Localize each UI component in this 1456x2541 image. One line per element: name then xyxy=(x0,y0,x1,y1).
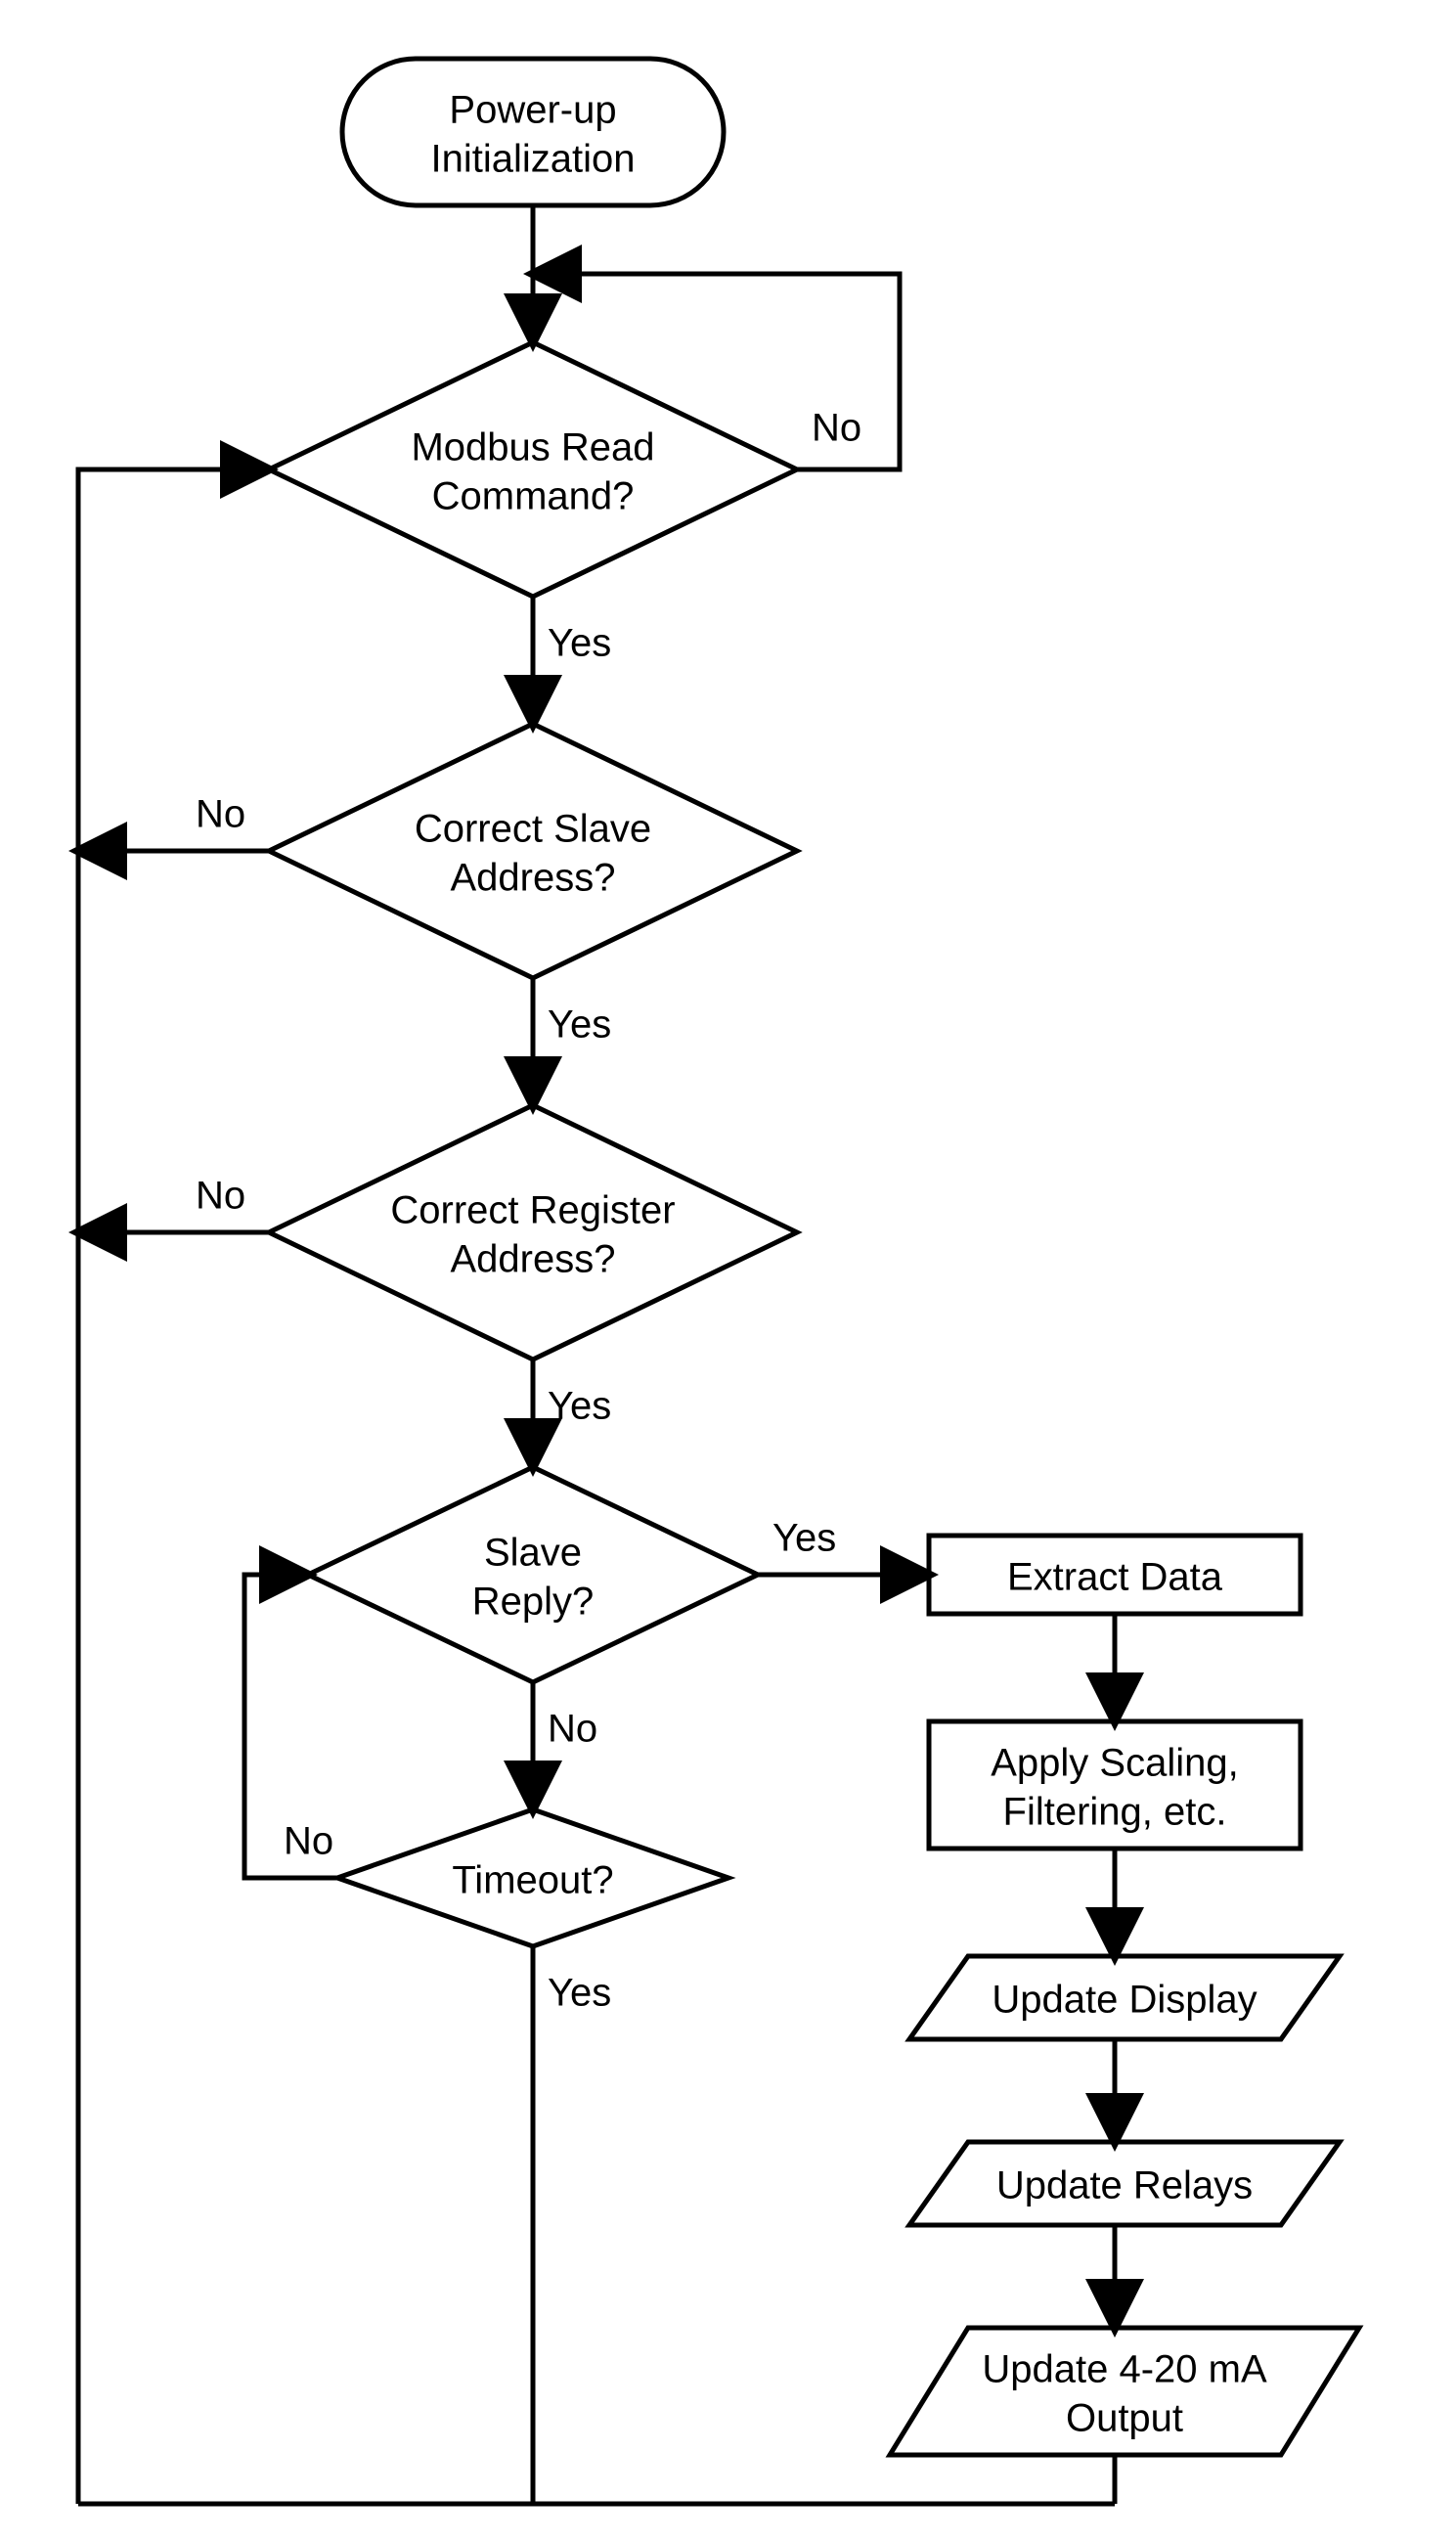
decision-slave-reply xyxy=(308,1467,758,1682)
d3-no-label: No xyxy=(196,1175,245,1218)
d4-no-label: No xyxy=(548,1708,597,1751)
d5-label-1: Timeout? xyxy=(452,1859,613,1902)
p5-label-1: Update 4-20 mA xyxy=(982,2348,1267,2391)
decision-modbus-read xyxy=(269,342,797,597)
start-node xyxy=(342,59,724,205)
p4-label: Update Relays xyxy=(996,2164,1253,2207)
decision-correct-register xyxy=(269,1105,797,1360)
d1-label-1: Modbus Read xyxy=(411,426,654,469)
d5-no-label: No xyxy=(284,1820,333,1863)
d3-yes-label: Yes xyxy=(548,1385,611,1428)
d3-label-1: Correct Register xyxy=(390,1189,675,1232)
flowchart: Power-up Initialization Modbus Read Comm… xyxy=(0,0,1456,2541)
d1-yes-label: Yes xyxy=(548,622,611,665)
p2-label-2: Filtering, etc. xyxy=(1003,1791,1227,1834)
d4-label-2: Reply? xyxy=(472,1581,595,1624)
p2-label-1: Apply Scaling, xyxy=(991,1742,1238,1785)
p1-label: Extract Data xyxy=(1007,1556,1223,1599)
d2-no-label: No xyxy=(196,793,245,836)
d5-yes-label: Yes xyxy=(548,1972,611,2015)
d3-label-2: Address? xyxy=(451,1238,616,1281)
d2-label-2: Address? xyxy=(451,857,616,900)
decision-correct-slave xyxy=(269,724,797,978)
d4-label-1: Slave xyxy=(484,1532,582,1575)
p3-label: Update Display xyxy=(992,1979,1257,2022)
edge-left-rail xyxy=(78,469,269,2504)
d1-no-label: No xyxy=(812,407,861,450)
p5-label-2: Output xyxy=(1066,2397,1183,2440)
start-label-2: Initialization xyxy=(430,138,635,181)
d4-yes-label: Yes xyxy=(772,1517,836,1560)
d2-label-1: Correct Slave xyxy=(415,808,651,851)
d2-yes-label: Yes xyxy=(548,1003,611,1047)
d1-label-2: Command? xyxy=(432,475,635,518)
start-label-1: Power-up xyxy=(449,89,616,132)
